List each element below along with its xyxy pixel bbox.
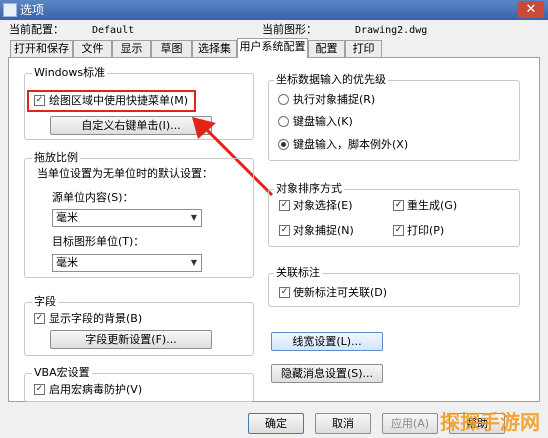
target-units-label: 目标图形单位(T)： <box>52 235 145 248</box>
watermark: 探探手游网 <box>440 410 540 434</box>
target-units-value: 毫米 <box>56 256 78 269</box>
associative-dimension-label: 使新标注可关联(D) <box>293 286 388 299</box>
sort-object-selection-label: 对象选择(E) <box>293 199 353 212</box>
current-config-label: 当前配置： <box>9 23 64 36</box>
radio-keyboard-entry[interactable] <box>278 116 289 127</box>
associative-dimension-title: 关联标注 <box>274 266 322 279</box>
coordinate-priority-title: 坐标数据输入的优先级 <box>274 73 388 86</box>
sort-regen-checkbox[interactable]: ✓ <box>393 200 404 211</box>
sort-object-selection-checkbox[interactable]: ✓ <box>279 200 290 211</box>
associative-dimension-checkbox[interactable]: ✓ <box>279 287 290 298</box>
current-config-value: Default <box>92 25 135 36</box>
current-drawing-value: Drawing2.dwg <box>355 25 428 36</box>
radio-keyboard-except-scripts[interactable] <box>278 139 289 150</box>
radio-object-snap[interactable] <box>278 94 289 105</box>
lineweight-settings-button[interactable]: 线宽设置(L)... <box>271 332 383 351</box>
chevron-down-icon: ▼ <box>190 258 197 267</box>
source-units-label: 源单位内容(S)： <box>52 191 134 204</box>
annotation-highlight-box <box>27 90 196 112</box>
source-units-value: 毫米 <box>56 211 78 224</box>
sort-plot-label: 打印(P) <box>407 224 445 237</box>
drag-drop-scale-title: 拖放比例 <box>32 151 80 164</box>
macro-virus-checkbox[interactable]: ✓ <box>34 384 45 395</box>
apply-button[interactable]: 应用(A) <box>382 413 438 434</box>
target-units-select[interactable]: 毫米 ▼ <box>52 254 202 272</box>
ok-button[interactable]: 确定 <box>248 413 304 434</box>
macro-virus-label: 启用宏病毒防护(V) <box>49 383 143 396</box>
tab-files[interactable]: 文件 <box>73 40 112 57</box>
radio-object-snap-label: 执行对象捕捉(R) <box>293 93 376 106</box>
field-background-label: 显示字段的背景(B) <box>49 312 143 325</box>
fields-title: 字段 <box>32 295 58 308</box>
tab-display[interactable]: 显示 <box>112 40 151 57</box>
window-title: 选项 <box>20 3 45 17</box>
tab-open-save[interactable]: 打开和保存 <box>10 40 73 57</box>
chevron-down-icon: ▼ <box>190 213 197 222</box>
radio-keyboard-entry-label: 键盘输入(K) <box>293 115 353 128</box>
sort-object-snap-checkbox[interactable]: ✓ <box>279 225 290 236</box>
sort-regen-label: 重生成(G) <box>407 199 458 212</box>
current-drawing-label: 当前图形： <box>262 23 317 36</box>
object-sorting-title: 对象排序方式 <box>274 182 344 195</box>
field-background-checkbox[interactable]: ✓ <box>34 313 45 324</box>
cancel-button[interactable]: 取消 <box>315 413 371 434</box>
app-icon <box>3 3 17 17</box>
sort-plot-checkbox[interactable]: ✓ <box>393 225 404 236</box>
windows-standard-title: Windows标准 <box>32 66 108 79</box>
sort-object-snap-label: 对象捕捉(N) <box>293 224 354 237</box>
tab-selection[interactable]: 选择集 <box>192 40 237 57</box>
tab-plot[interactable]: 打印 <box>345 40 382 57</box>
title-bar: 选项 ✕ <box>0 0 548 20</box>
tab-user-preferences[interactable]: 用户系统配置 <box>237 38 308 58</box>
tab-profiles[interactable]: 配置 <box>308 40 345 57</box>
vba-macro-title: VBA宏设置 <box>32 366 92 379</box>
hidden-message-settings-button[interactable]: 隐藏消息设置(S)... <box>271 364 383 383</box>
field-update-settings-button[interactable]: 字段更新设置(F)... <box>50 330 212 349</box>
close-icon[interactable]: ✕ <box>518 1 544 18</box>
scale-description: 当单位设置为无单位时的默认设置： <box>37 167 213 180</box>
source-units-select[interactable]: 毫米 ▼ <box>52 209 202 227</box>
radio-keyboard-except-scripts-label: 键盘输入，脚本例外(X) <box>293 138 409 151</box>
tab-drafting[interactable]: 草图 <box>151 40 192 57</box>
object-sorting-group <box>268 189 520 247</box>
